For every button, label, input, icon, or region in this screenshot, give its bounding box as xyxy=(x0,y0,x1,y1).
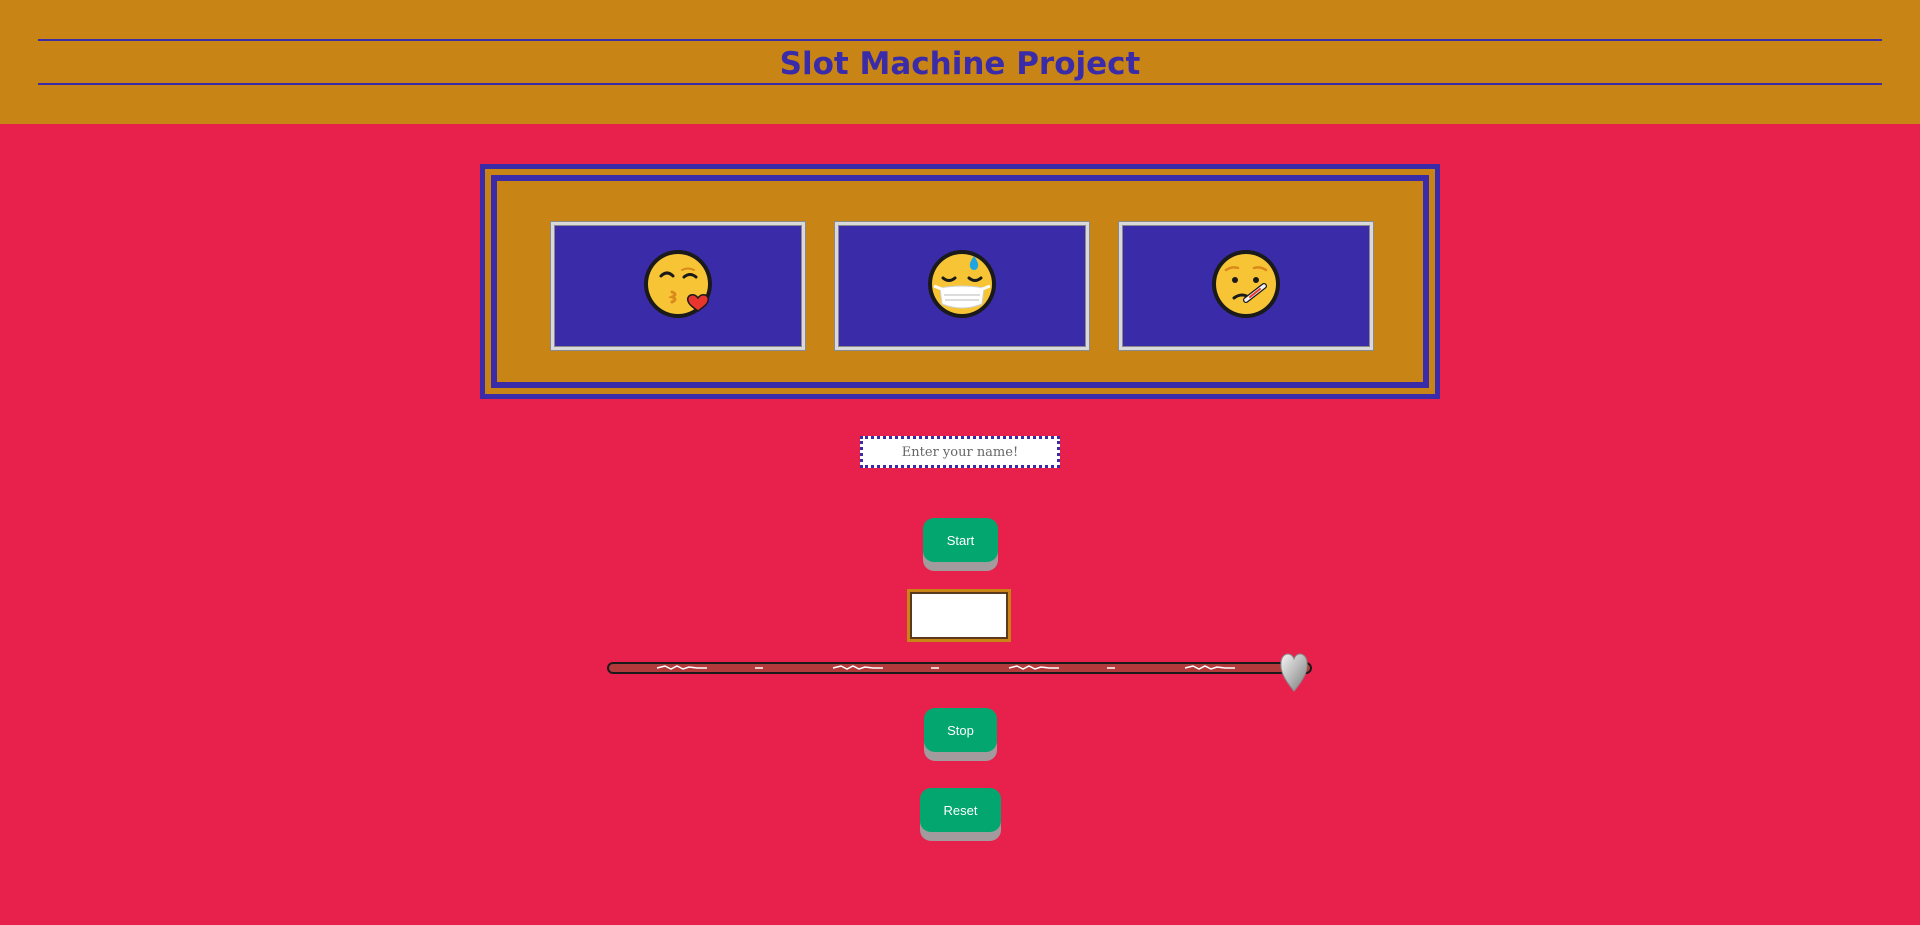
result-display xyxy=(907,589,1011,642)
stop-button[interactable]: Stop xyxy=(924,708,997,752)
start-button[interactable]: Start xyxy=(923,518,998,562)
face-with-mask-sweat-icon xyxy=(926,248,998,324)
reel-3 xyxy=(1119,222,1373,350)
silver-heart-icon[interactable] xyxy=(1279,649,1309,697)
header-rule-top xyxy=(38,39,1882,41)
header-bar: Slot Machine Project xyxy=(0,0,1920,124)
page-title: Slot Machine Project xyxy=(779,46,1141,82)
speed-slider[interactable] xyxy=(607,653,1314,692)
reel-2 xyxy=(835,222,1089,350)
slot-machine-frame xyxy=(480,164,1440,399)
name-input[interactable] xyxy=(860,436,1060,468)
face-blowing-kiss-icon xyxy=(642,248,714,324)
slider-track[interactable] xyxy=(607,662,1312,674)
reel-1 xyxy=(551,222,805,350)
face-with-thermometer-icon xyxy=(1210,248,1282,324)
reset-button[interactable]: Reset xyxy=(920,788,1001,832)
header-rule-bottom xyxy=(38,83,1882,85)
